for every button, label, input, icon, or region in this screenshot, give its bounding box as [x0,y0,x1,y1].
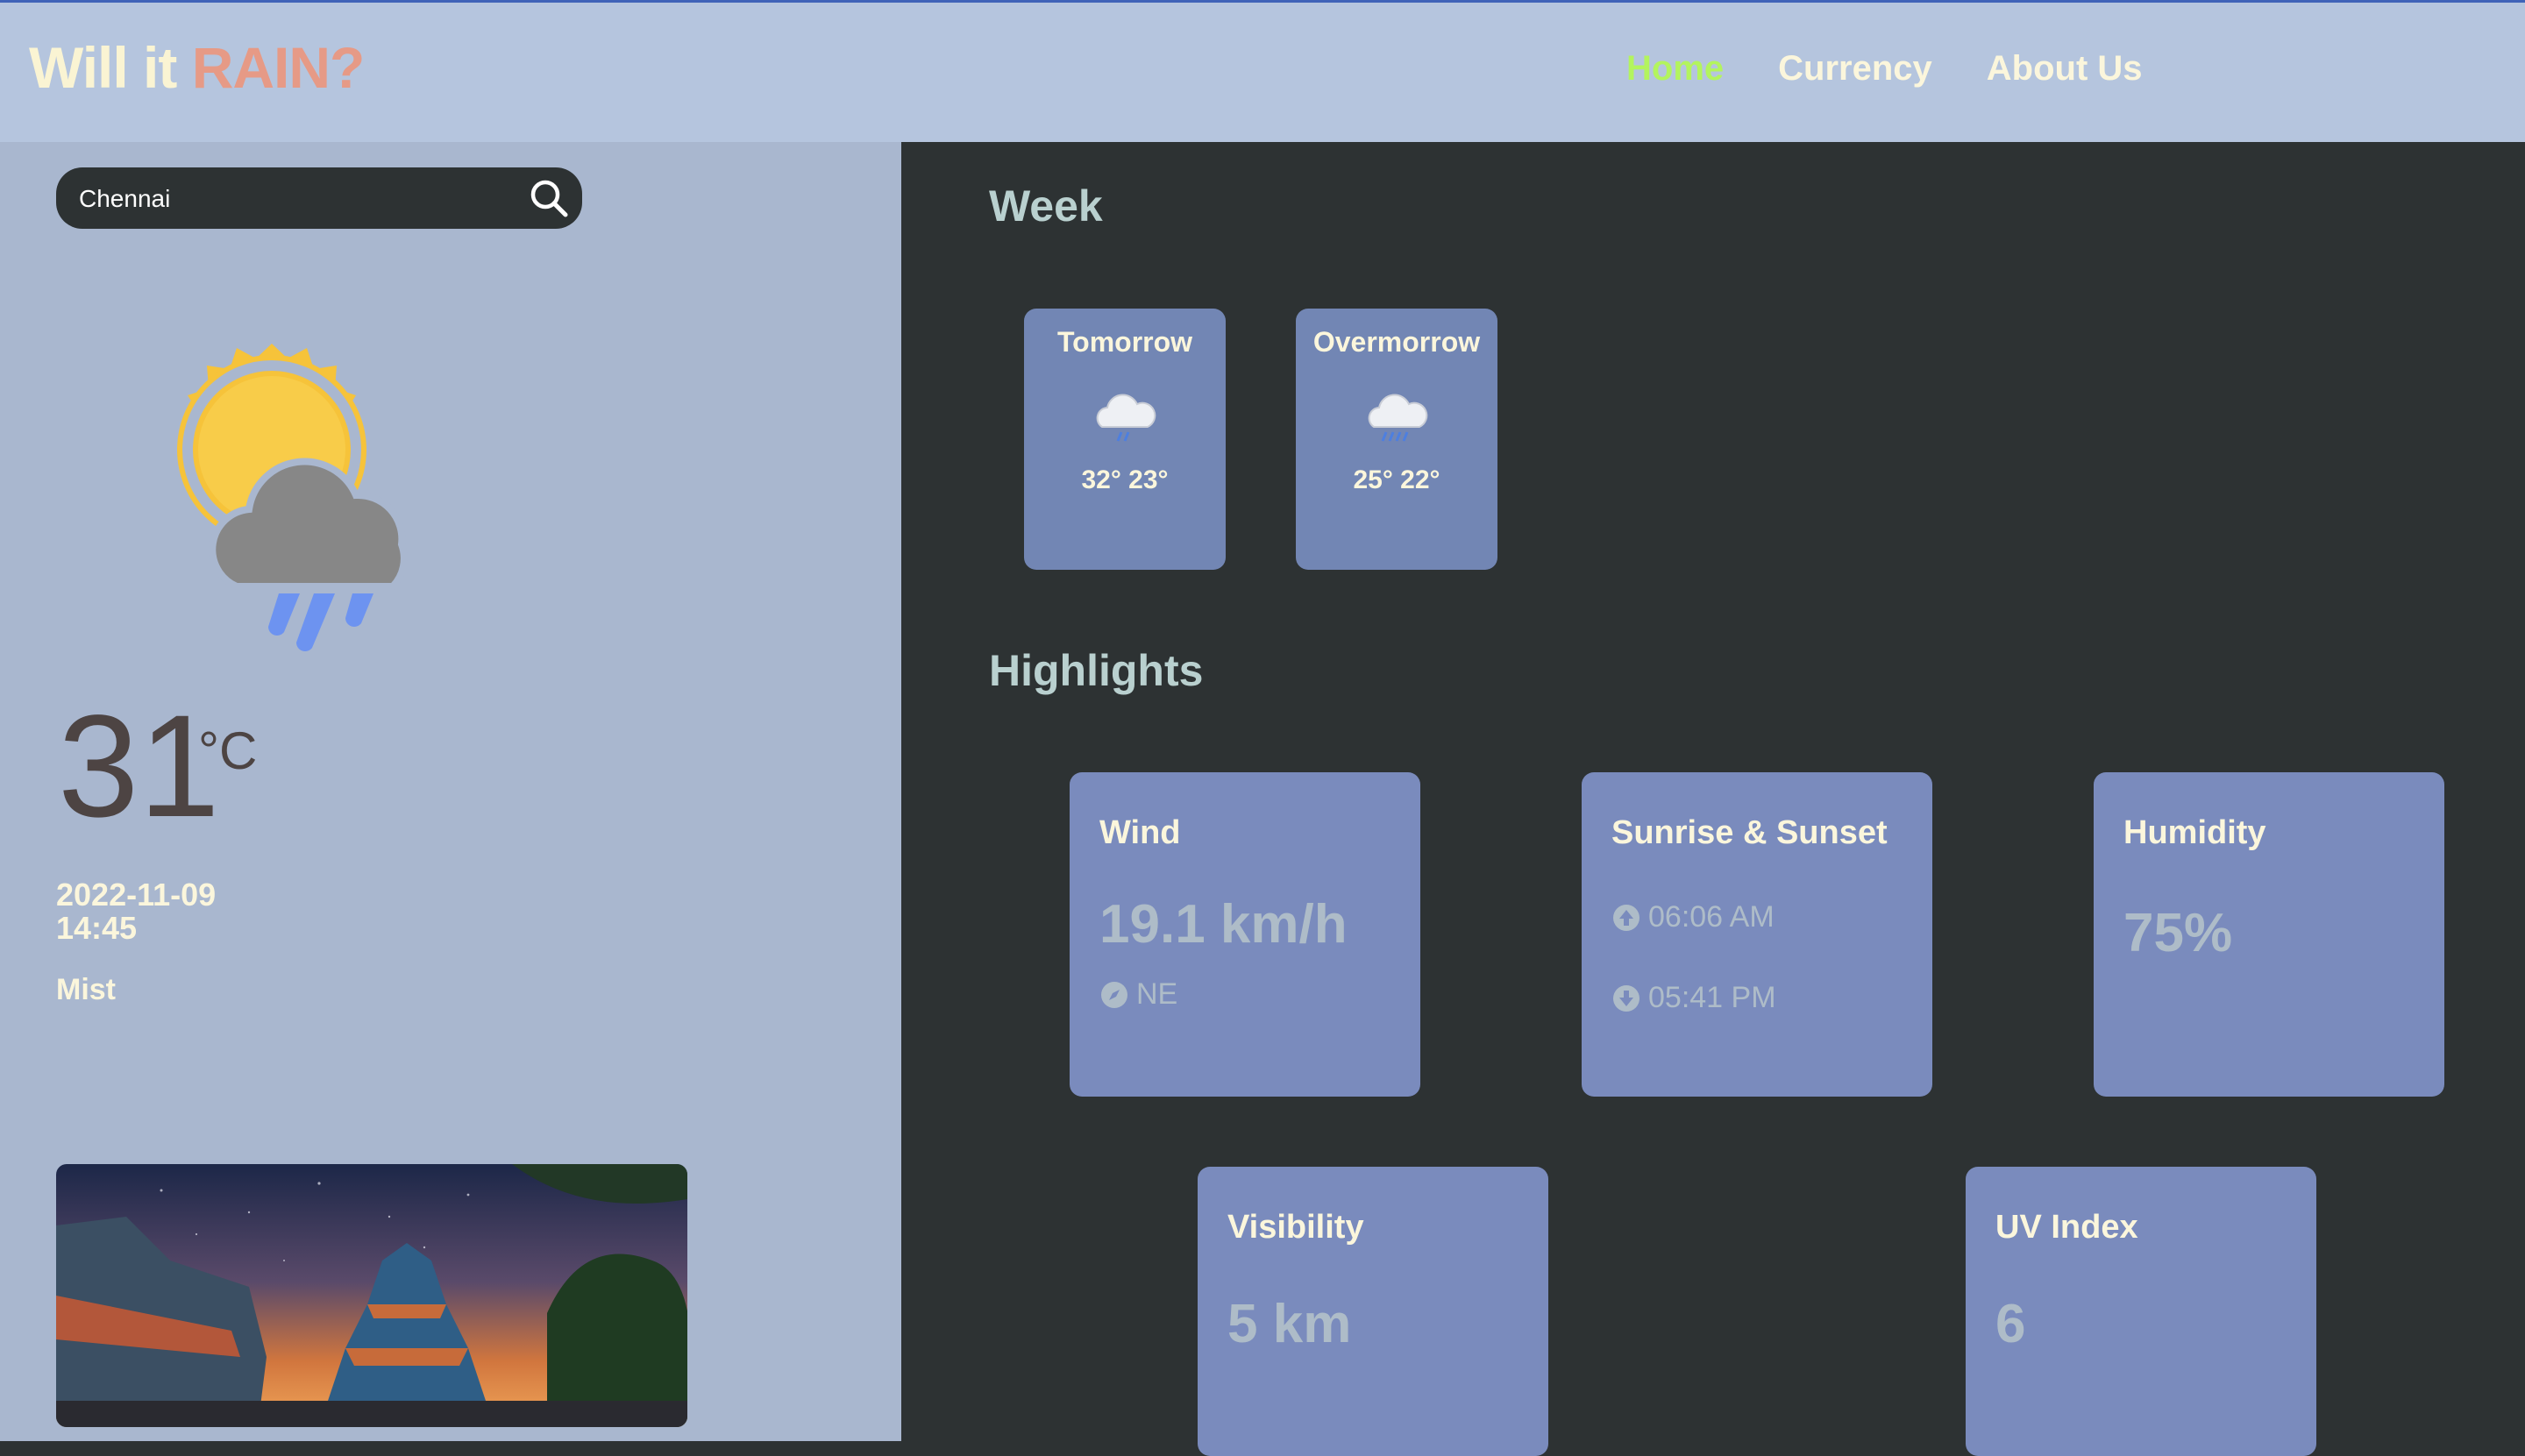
arrow-up-circle-icon [1613,904,1639,931]
wind-direction-text: NE [1136,977,1178,1011]
current-weather-sidebar: 31 °C 2022-11-09 14:45 Mist [0,142,901,1441]
sunrise-time: 06:06 AM [1648,900,1775,934]
current-temperature: 31 [58,685,220,848]
sunset-row: 05:41 PM [1611,981,1776,1015]
search-bar [56,167,582,231]
current-date: 2022-11-09 [56,877,217,913]
forecast-card-tomorrow[interactable]: Tomorrow 32° 23° [1024,309,1226,570]
search-icon[interactable] [528,177,570,219]
wind-card: Wind 19.1 km/h NE [1070,772,1420,1097]
visibility-card: Visibility 5 km [1198,1167,1548,1456]
forecast-temp-range: 32° 23° [1081,465,1169,494]
uv-index-value: 6 [1995,1294,2026,1354]
current-time: 14:45 [56,910,138,946]
city-search-input[interactable] [77,167,501,231]
weather-condition: Mist [56,973,116,1006]
nav-about-us[interactable]: About Us [1987,49,2143,89]
forecast-card-overmorrow[interactable]: Overmorrow 25° 22° [1296,309,1497,570]
uv-index-title: UV Index [1995,1209,2138,1246]
highlights-heading: Highlights [989,646,1204,695]
main-nav: Home Currency About Us [1626,49,2143,89]
wind-title: Wind [1099,814,1181,851]
wind-direction: NE [1099,977,1177,1012]
city-photo [56,1164,687,1427]
forecast-day-name: Overmorrow [1312,326,1481,358]
app-logo[interactable]: Will it RAIN? [29,34,366,101]
temperature-unit: °C [198,721,258,780]
rain-cloud-icon [1368,394,1428,442]
forecast-temp-range: 25° 22° [1353,465,1440,494]
sunrise-row: 06:06 AM [1611,900,1775,934]
light-rain-cloud-icon [1096,394,1156,442]
week-heading: Week [989,181,1103,231]
humidity-card: Humidity 75% [2094,772,2444,1097]
nav-home[interactable]: Home [1626,49,1724,89]
app-header: Will it RAIN? Home Currency About Us [0,3,2525,142]
visibility-title: Visibility [1227,1209,1364,1246]
humidity-value: 75% [2123,903,2233,963]
sunrise-sunset-card: Sunrise & Sunset 06:06 AM 05:41 PM [1582,772,1932,1097]
logo-text-part1: Will it [29,35,192,100]
arrow-down-circle-icon [1613,984,1639,1012]
sunset-time: 05:41 PM [1648,981,1776,1014]
compass-icon [1101,981,1127,1008]
nav-currency[interactable]: Currency [1778,49,1932,89]
visibility-value: 5 km [1227,1294,1352,1354]
sun-cloud-rain-icon [177,344,408,651]
humidity-title: Humidity [2123,814,2266,851]
forecast-day-name: Tomorrow [1056,326,1193,358]
sunrise-sunset-title: Sunrise & Sunset [1611,814,1888,851]
wind-speed: 19.1 km/h [1099,894,1348,955]
main-panel: Week Tomorrow 32° 23° Overmorrow 25° 22°… [901,142,2525,1456]
uv-index-card: UV Index 6 [1966,1167,2316,1456]
logo-text-part2: RAIN? [191,35,366,100]
